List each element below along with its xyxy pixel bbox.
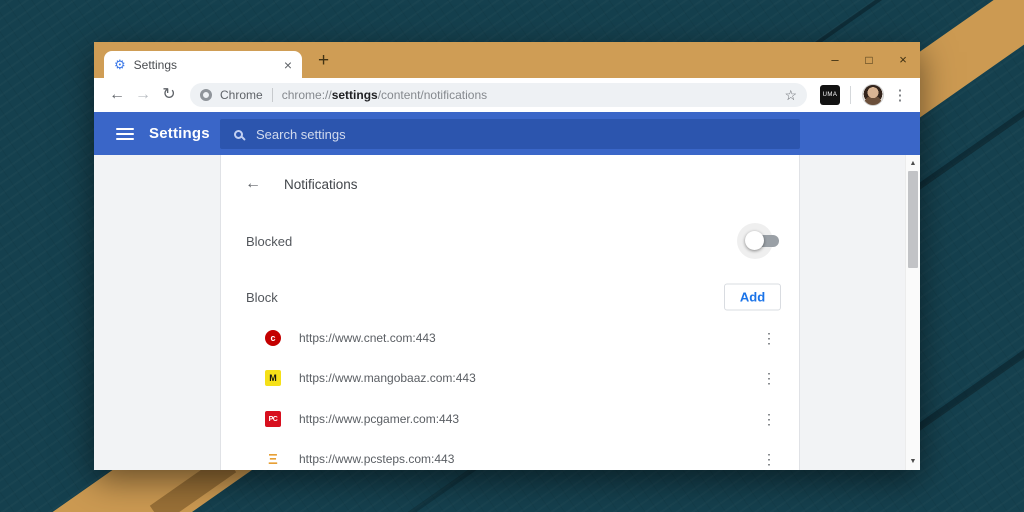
url-prefix: chrome:// xyxy=(281,88,332,102)
browser-window: ⚙ Settings × + – □ × ← → ↻ Chrome chrome… xyxy=(94,42,920,470)
site-row-pcgamer: PC https://www.pcgamer.com:443 ⋮ xyxy=(221,399,799,439)
blocked-toggle[interactable] xyxy=(735,221,787,261)
url-suffix: /content/notifications xyxy=(377,88,488,102)
block-label: Block xyxy=(246,289,278,305)
bookmark-star-icon[interactable]: ☆ xyxy=(784,87,797,104)
toggle-knob xyxy=(745,231,764,250)
tab-close-icon[interactable]: × xyxy=(282,57,294,73)
pcsteps-favicon: Ξ xyxy=(268,450,278,468)
tab-strip: ⚙ Settings × + – □ × xyxy=(94,42,920,78)
scrollbar-thumb[interactable] xyxy=(908,171,918,268)
url-highlight: settings xyxy=(331,88,378,102)
scrollbar[interactable]: ▲ ▼ xyxy=(905,155,920,470)
site-menu-icon[interactable]: ⋮ xyxy=(761,451,777,468)
blocked-row: Blocked xyxy=(221,221,799,261)
address-bar[interactable]: Chrome chrome://settings/content/notific… xyxy=(190,83,807,107)
hamburger-menu-icon[interactable] xyxy=(116,128,134,140)
settings-gear-icon: ⚙ xyxy=(114,57,126,72)
cnet-favicon: c xyxy=(265,330,281,346)
settings-header: Settings Search settings xyxy=(94,112,920,155)
browser-toolbar: ← → ↻ Chrome chrome://settings/content/n… xyxy=(94,78,920,112)
url-text[interactable]: chrome://settings/content/notifications xyxy=(282,88,487,102)
site-url: https://www.pcsteps.com:443 xyxy=(299,452,455,466)
new-tab-button[interactable]: + xyxy=(318,51,329,70)
site-menu-icon[interactable]: ⋮ xyxy=(761,370,777,387)
back-arrow-icon[interactable]: ← xyxy=(245,175,261,193)
pcgamer-favicon: PC xyxy=(265,411,281,427)
profile-avatar[interactable] xyxy=(862,84,884,106)
page-title: Notifications xyxy=(284,176,358,192)
site-url: https://www.cnet.com:443 xyxy=(299,331,436,345)
reload-icon[interactable]: ↻ xyxy=(156,87,182,103)
site-url: https://www.mangobaaz.com:443 xyxy=(299,371,476,385)
site-menu-icon[interactable]: ⋮ xyxy=(761,411,777,428)
extension-icon[interactable]: UMA xyxy=(820,85,840,105)
site-row-mangobaaz: M https://www.mangobaaz.com:443 ⋮ xyxy=(221,358,799,398)
site-url: https://www.pcgamer.com:443 xyxy=(299,412,460,426)
close-button[interactable]: × xyxy=(886,42,920,78)
site-row-pcsteps: Ξ https://www.pcsteps.com:443 ⋮ xyxy=(221,439,799,470)
omnibox-separator xyxy=(271,88,273,102)
site-row-cnet: c https://www.cnet.com:443 ⋮ xyxy=(221,318,799,358)
page-header: ← Notifications xyxy=(221,164,358,204)
settings-content: ← Notifications Blocked Block Add c http… xyxy=(94,155,920,470)
back-icon[interactable]: ← xyxy=(104,87,130,103)
chrome-logo-icon xyxy=(200,89,212,101)
desktop-wallpaper: ⚙ Settings × + – □ × ← → ↻ Chrome chrome… xyxy=(0,0,1024,512)
omnibox-brand-label: Chrome xyxy=(220,88,263,102)
minimize-button[interactable]: – xyxy=(818,42,852,78)
blocked-label: Blocked xyxy=(246,233,293,249)
search-icon xyxy=(234,129,243,139)
block-section-row: Block Add xyxy=(221,277,799,317)
scroll-up-icon[interactable]: ▲ xyxy=(906,160,920,167)
browser-menu-icon[interactable]: ⋮ xyxy=(890,86,910,104)
toolbar-separator xyxy=(850,86,851,104)
add-button[interactable]: Add xyxy=(724,283,781,311)
settings-header-title: Settings xyxy=(149,125,210,142)
forward-icon: → xyxy=(135,86,151,103)
site-menu-icon[interactable]: ⋮ xyxy=(761,330,777,347)
scroll-down-icon[interactable]: ▼ xyxy=(906,458,920,465)
search-settings-input[interactable]: Search settings xyxy=(220,119,800,149)
mangobaaz-favicon: M xyxy=(265,370,281,386)
maximize-button[interactable]: □ xyxy=(852,42,886,78)
tab-settings[interactable]: ⚙ Settings × xyxy=(104,51,302,78)
window-controls: – □ × xyxy=(818,42,920,78)
search-placeholder: Search settings xyxy=(256,126,346,142)
tab-title: Settings xyxy=(133,57,178,72)
notifications-card: ← Notifications Blocked Block Add c http… xyxy=(220,155,800,470)
